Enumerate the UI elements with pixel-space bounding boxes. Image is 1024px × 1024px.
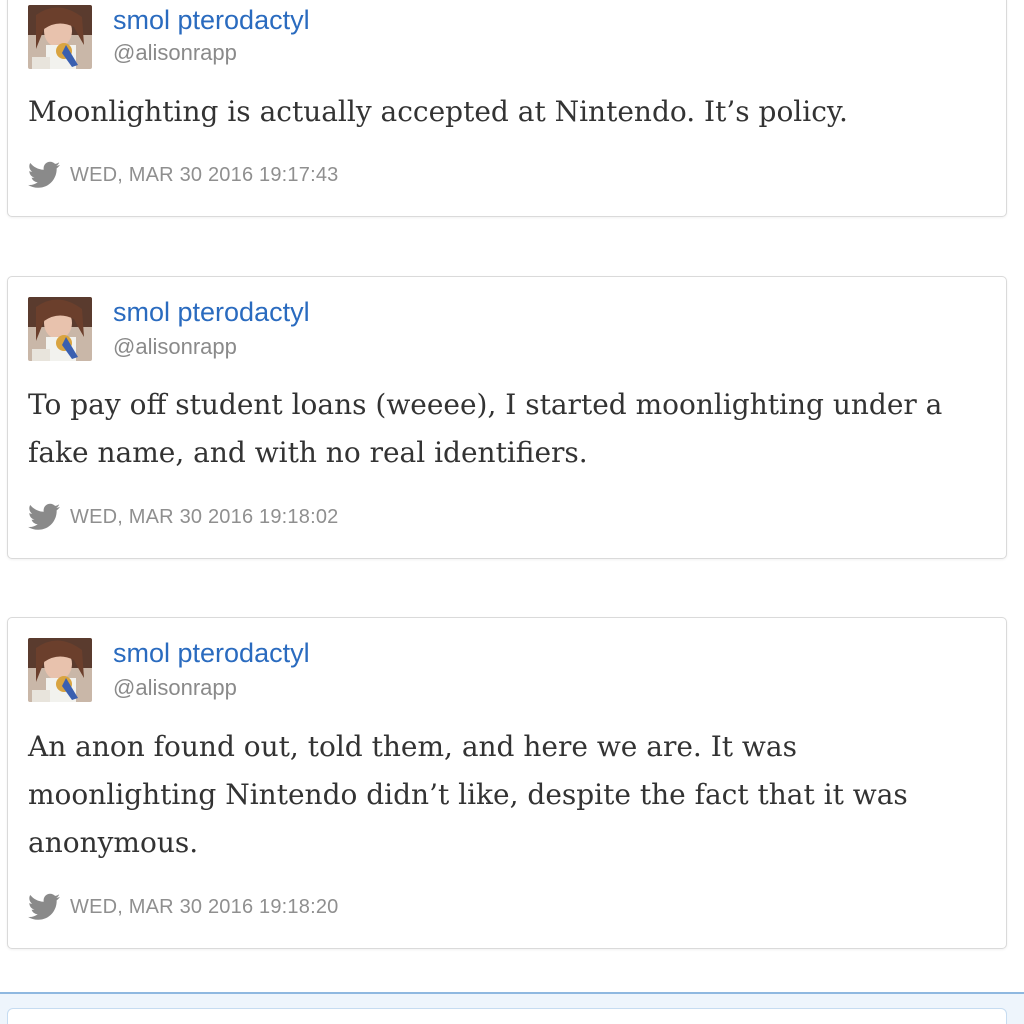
compose-area — [0, 992, 1024, 1024]
tweet-thread-page: smol pterodactyl @alisonrapp Moonlightin… — [0, 0, 1024, 1024]
author-handle[interactable]: @alisonrapp — [113, 677, 237, 699]
author-handle[interactable]: @alisonrapp — [113, 42, 237, 64]
twitter-bird-icon[interactable] — [28, 161, 60, 189]
author-name[interactable]: smol pterodactyl — [113, 7, 310, 34]
tweet-text: An anon found out, told them, and here w… — [28, 730, 908, 859]
avatar-image — [28, 638, 92, 702]
twitter-bird-icon[interactable] — [28, 503, 60, 531]
tweet-timestamp[interactable]: WED, MAR 30 2016 19:18:02 — [70, 506, 338, 529]
author-name[interactable]: smol pterodactyl — [113, 640, 310, 667]
tweet-meta: WED, MAR 30 2016 19:18:20 — [28, 893, 338, 921]
avatar-image — [28, 5, 92, 69]
tweet-card: smol pterodactyl @alisonrapp An anon fou… — [7, 617, 1007, 949]
avatar[interactable] — [28, 638, 92, 702]
author-handle[interactable]: @alisonrapp — [113, 336, 237, 358]
tweet-card: smol pterodactyl @alisonrapp To pay off … — [7, 276, 1007, 559]
avatar[interactable] — [28, 5, 92, 69]
tweet-timestamp[interactable]: WED, MAR 30 2016 19:17:43 — [70, 164, 338, 187]
avatar-image — [28, 297, 92, 361]
tweet-text: Moonlighting is actually accepted at Nin… — [28, 95, 848, 128]
compose-input[interactable] — [7, 1008, 1007, 1024]
tweet-meta: WED, MAR 30 2016 19:17:43 — [28, 161, 338, 189]
tweet-meta: WED, MAR 30 2016 19:18:02 — [28, 503, 338, 531]
avatar[interactable] — [28, 297, 92, 361]
tweet-text: To pay off student loans (weeee), I star… — [28, 388, 943, 469]
tweet-timestamp[interactable]: WED, MAR 30 2016 19:18:20 — [70, 896, 338, 919]
twitter-bird-icon[interactable] — [28, 893, 60, 921]
tweet-card: smol pterodactyl @alisonrapp Moonlightin… — [7, 0, 1007, 217]
author-name[interactable]: smol pterodactyl — [113, 299, 310, 326]
